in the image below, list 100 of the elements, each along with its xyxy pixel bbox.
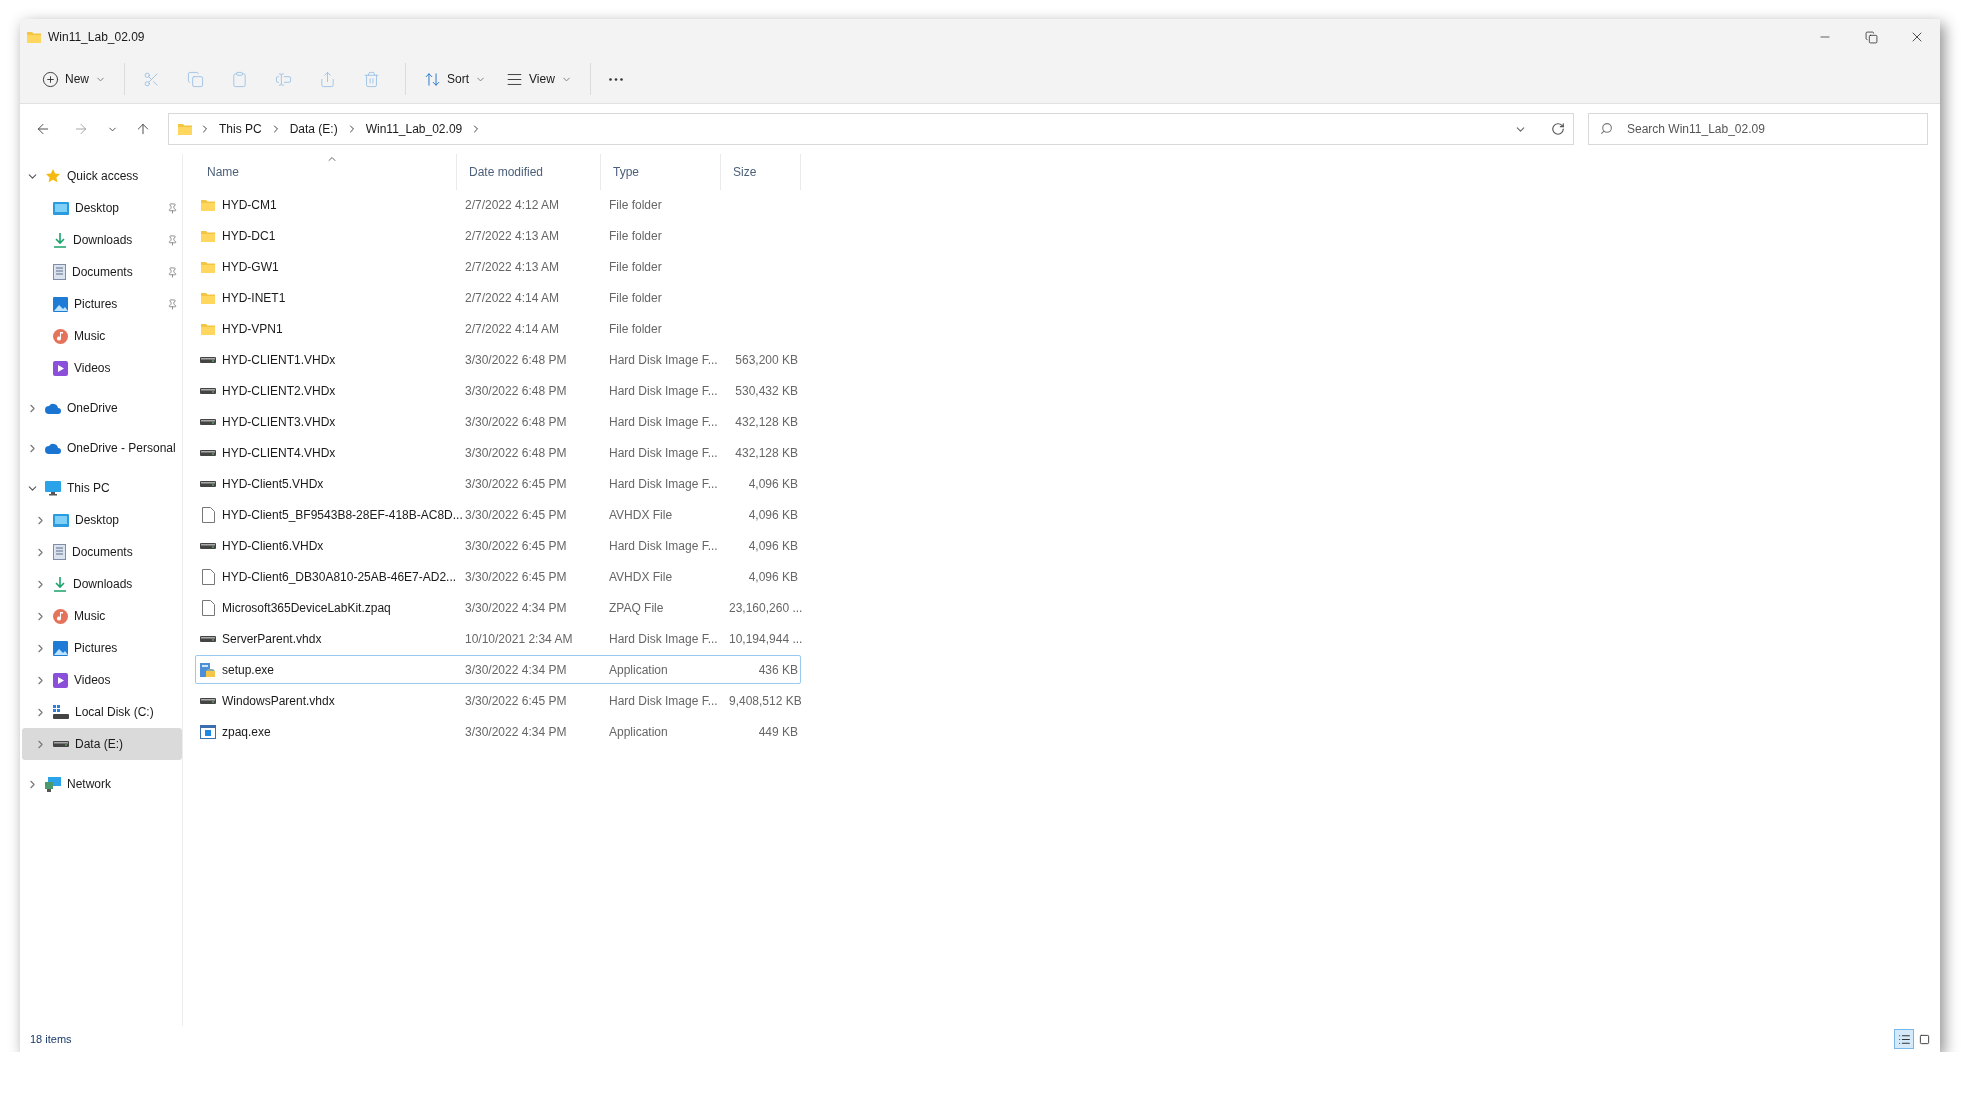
file-name: HYD-DC1 — [222, 228, 276, 243]
date-cell-text: 3/30/2022 6:45 PM — [464, 569, 568, 584]
file-row[interactable]: HYD-CLIENT4.VHDx 3/30/2022 6:48 PM Hard Disk Image F... 432,128 KB — [195, 438, 801, 467]
sidebar-item[interactable]: Documents — [22, 536, 182, 568]
type-cell-text: File folder — [608, 259, 663, 274]
file-row[interactable]: HYD-GW1 2/7/2022 4:13 AM File folder — [195, 252, 801, 281]
file-name: HYD-VPN1 — [222, 321, 283, 336]
type-cell-text: Hard Disk Image F... — [608, 352, 719, 367]
breadcrumb[interactable]: Win11_Lab_02.09 — [363, 122, 465, 136]
file-name: HYD-CLIENT3.VHDx — [222, 414, 336, 429]
date-cell-text: 3/30/2022 6:45 PM — [464, 538, 568, 553]
file-name: HYD-INET1 — [222, 290, 286, 305]
sidebar-item[interactable]: Data (E:) — [22, 728, 182, 760]
sidebar-item[interactable]: This PC — [22, 472, 182, 504]
file-name: HYD-CLIENT2.VHDx — [222, 383, 336, 398]
sort-button[interactable]: Sort — [416, 62, 495, 96]
address-bar[interactable]: This PC Data (E:) Win11_Lab_02.09 — [168, 113, 1574, 145]
size-cell-text: 23,160,260 ... — [728, 600, 802, 615]
sidebar-item[interactable]: OneDrive — [22, 392, 182, 424]
folder-icon — [200, 290, 216, 305]
column-header[interactable]: Size — [721, 154, 801, 190]
type-cell-text: Hard Disk Image F... — [608, 538, 719, 553]
refresh-icon[interactable] — [1551, 122, 1565, 136]
restore-icon — [1864, 30, 1878, 44]
type-cell-text: Hard Disk Image F... — [608, 445, 719, 460]
file-row[interactable]: HYD-CM1 2/7/2022 4:12 AM File folder — [195, 190, 801, 219]
sidebar-item[interactable]: Quick access — [22, 160, 182, 192]
details-view-button[interactable] — [1894, 1029, 1914, 1049]
installer-icon — [200, 661, 216, 678]
date-cell-text: 3/30/2022 4:34 PM — [464, 600, 568, 615]
date-cell-text: 10/10/2021 2:34 AM — [464, 631, 574, 646]
sidebar-item[interactable]: Videos — [22, 352, 182, 384]
file-row[interactable]: HYD-DC1 2/7/2022 4:13 AM File folder — [195, 221, 801, 250]
breadcrumb[interactable]: This PC — [217, 122, 264, 136]
file-row[interactable]: zpaq.exe 3/30/2022 4:34 PM Application 449 KB — [195, 717, 801, 746]
file-row[interactable]: HYD-CLIENT2.VHDx 3/30/2022 6:48 PM Hard Disk Image F... 530,432 KB — [195, 376, 801, 405]
sidebar-item[interactable]: Desktop — [22, 192, 182, 224]
sidebar-item[interactable]: Pictures — [22, 288, 182, 320]
file-name: HYD-Client6.VHDx — [222, 538, 324, 553]
hard-drive-icon — [200, 356, 216, 363]
size-cell-text: 4,096 KB — [747, 569, 799, 584]
pin-icon — [167, 266, 178, 278]
back-arrow-icon — [35, 121, 51, 137]
date-cell-text: 3/30/2022 4:34 PM — [464, 724, 568, 739]
date-cell-text: 2/7/2022 4:14 AM — [464, 321, 561, 336]
file-row[interactable]: HYD-VPN1 2/7/2022 4:14 AM File folder — [195, 314, 801, 343]
file-row[interactable]: Microsoft365DeviceLabKit.zpaq 3/30/2022 4:34 PM ZPAQ File 23,160,260 ... — [195, 593, 801, 622]
hard-drive-icon — [200, 418, 216, 425]
file-row[interactable]: HYD-CLIENT1.VHDx 3/30/2022 6:48 PM Hard Disk Image F... 563,200 KB — [195, 345, 801, 374]
size-cell-text: 563,200 KB — [734, 352, 799, 367]
view-button[interactable]: View — [498, 62, 580, 96]
sidebar-item[interactable]: Pictures — [22, 632, 182, 664]
size-cell-text: 4,096 KB — [747, 507, 799, 522]
file-row[interactable]: HYD-INET1 2/7/2022 4:14 AM File folder — [195, 283, 801, 312]
breadcrumb[interactable]: Data (E:) — [287, 122, 340, 136]
new-button[interactable]: New — [34, 62, 114, 96]
desktop-icon — [53, 201, 69, 215]
search-field[interactable]: Search Win11_Lab_02.09 — [1588, 113, 1928, 145]
file-row[interactable]: ServerParent.vhdx 10/10/2021 2:34 AM Hard Disk Image F... 10,194,944 ... — [195, 624, 801, 653]
sidebar-item[interactable]: Music — [22, 600, 182, 632]
document-icon — [53, 264, 66, 280]
picture-icon — [53, 640, 68, 656]
size-cell-text: 10,194,944 ... — [728, 631, 802, 646]
file-row[interactable]: WindowsParent.vhdx 3/30/2022 6:45 PM Hard Disk Image F... 9,408,512 KB — [195, 686, 801, 715]
sidebar-item[interactable]: Music — [22, 320, 182, 352]
type-cell-text: ZPAQ File — [608, 600, 665, 615]
file-row[interactable]: setup.exe 3/30/2022 4:34 PM Application 436 KB — [195, 655, 801, 684]
file-icon — [201, 568, 215, 585]
type-cell-text: AVHDX File — [608, 507, 674, 522]
sidebar-item[interactable]: OneDrive - Personal — [22, 432, 182, 464]
sidebar-item[interactable]: Downloads — [22, 568, 182, 600]
file-row[interactable]: HYD-Client5.VHDx 3/30/2022 6:45 PM Hard Disk Image F... 4,096 KB — [195, 469, 801, 498]
column-header[interactable]: Type — [601, 154, 721, 190]
sidebar-item[interactable]: Desktop — [22, 504, 182, 536]
date-cell-text: 2/7/2022 4:12 AM — [464, 197, 561, 212]
cloud-icon — [45, 442, 61, 454]
file-row[interactable]: HYD-Client5_BF9543B8-28EF-418B-AC8D... 3/30/2022 6:45 PM AVHDX File 4,096 KB — [195, 500, 801, 529]
size-cell-text: 530,432 KB — [734, 383, 799, 398]
file-row[interactable]: HYD-CLIENT3.VHDx 3/30/2022 6:48 PM Hard Disk Image F... 432,128 KB — [195, 407, 801, 436]
type-cell-text: File folder — [608, 197, 663, 212]
hard-drive-icon — [200, 480, 216, 487]
sidebar-item[interactable]: Local Disk (C:) — [22, 696, 182, 728]
size-cell-text: 432,128 KB — [734, 445, 799, 460]
date-cell-text: 2/7/2022 4:13 AM — [464, 259, 561, 274]
column-header[interactable]: Name — [195, 154, 457, 190]
sidebar-item[interactable]: Documents — [22, 256, 182, 288]
date-cell-text: 3/30/2022 6:48 PM — [464, 352, 568, 367]
folder-icon — [200, 197, 216, 212]
sidebar-item[interactable]: Network — [22, 768, 182, 800]
file-name: ServerParent.vhdx — [222, 631, 322, 646]
size-cell-text: 449 KB — [757, 724, 799, 739]
file-name: HYD-Client6_DB30A810-25AB-46E7-AD2... — [222, 569, 457, 584]
file-row[interactable]: HYD-Client6_DB30A810-25AB-46E7-AD2... 3/30/2022 6:45 PM AVHDX File 4,096 KB — [195, 562, 801, 591]
file-row[interactable]: HYD-Client6.VHDx 3/30/2022 6:45 PM Hard Disk Image F... 4,096 KB — [195, 531, 801, 560]
sidebar-item[interactable]: Videos — [22, 664, 182, 696]
pin-icon — [167, 298, 178, 310]
sidebar-item[interactable]: Downloads — [22, 224, 182, 256]
column-header[interactable]: Date modified — [457, 154, 601, 190]
type-cell-text: Hard Disk Image F... — [608, 414, 719, 429]
folder-icon — [26, 30, 42, 44]
